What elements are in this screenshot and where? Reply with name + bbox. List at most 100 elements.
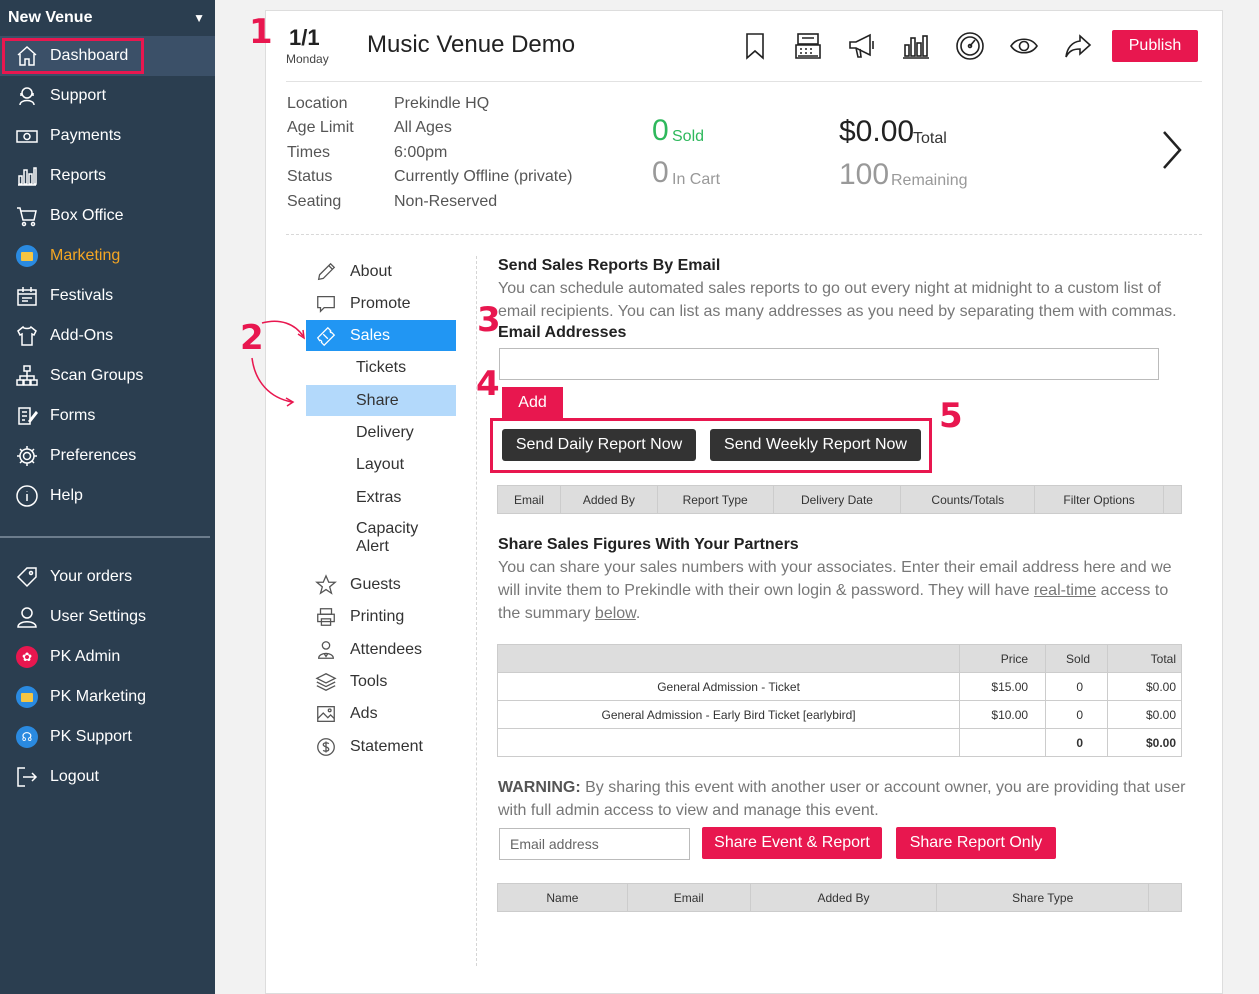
printer-icon — [314, 605, 338, 629]
publish-button[interactable]: Publish — [1112, 30, 1198, 62]
bookmark-icon[interactable] — [739, 30, 771, 62]
share-report-only-button[interactable]: Share Report Only — [896, 827, 1056, 859]
support-icon: ☊ — [14, 724, 40, 750]
bar-chart-icon[interactable] — [900, 30, 932, 62]
share-arrow-icon[interactable] — [1062, 30, 1094, 62]
info-value-age: All Ages — [394, 119, 452, 136]
subnav-tickets[interactable]: Tickets — [306, 352, 456, 383]
nav-label: PK Admin — [50, 648, 121, 665]
warning-label: WARNING: — [498, 779, 581, 796]
nav-reports[interactable]: Reports — [0, 156, 215, 196]
annotation-arrows — [251, 320, 305, 407]
subnav-promote[interactable]: Promote — [306, 288, 456, 319]
col-delivery-date: Delivery Date — [772, 485, 902, 514]
nav-label: Logout — [50, 768, 99, 785]
nav-label: User Settings — [50, 608, 147, 625]
nav-label: Payments — [50, 127, 122, 144]
subnav-ads[interactable]: Ads — [306, 698, 456, 729]
ticket-name: General Admission - Ticket — [496, 672, 961, 701]
share-email-input[interactable] — [499, 828, 690, 860]
cart-icon — [14, 203, 40, 229]
subnav-delivery[interactable]: Delivery — [306, 417, 456, 448]
layers-icon — [314, 670, 338, 694]
subnav-statement[interactable]: Statement — [306, 731, 456, 762]
nav-label: Scan Groups — [50, 367, 144, 384]
subnav-tools[interactable]: Tools — [306, 666, 456, 697]
nav-label: PK Marketing — [50, 688, 147, 705]
speedometer-icon[interactable] — [954, 30, 986, 62]
nav-forms[interactable]: Forms — [0, 396, 215, 436]
report-email-input[interactable] — [499, 348, 1159, 380]
subnav-label: Ads — [350, 704, 378, 722]
nav-pk-support[interactable]: ☊ PK Support — [0, 717, 215, 757]
nav-box-office[interactable]: Box Office — [0, 196, 215, 236]
totals-blank — [959, 728, 1047, 757]
subnav-about[interactable]: About — [306, 256, 456, 287]
nav-pk-marketing[interactable]: PK Marketing — [0, 677, 215, 717]
subnav-label: Attendees — [350, 640, 423, 658]
nav-preferences[interactable]: Preferences — [0, 436, 215, 476]
gear-icon — [14, 443, 40, 469]
nav-festivals[interactable]: Festivals — [0, 276, 215, 316]
subnav-share[interactable]: Share — [306, 385, 456, 416]
share-warning: WARNING: By sharing this event with anot… — [498, 776, 1188, 822]
share-heading: Share Sales Figures With Your Partners — [498, 536, 799, 553]
email-addresses-label: Email Addresses — [498, 324, 627, 341]
subnav-label: Promote — [350, 294, 411, 312]
col-share-type: Share Type — [936, 883, 1150, 912]
nav-logout[interactable]: Logout — [0, 757, 215, 797]
share-event-report-button[interactable]: Share Event & Report — [702, 827, 882, 859]
table-header-row: Email Added By Report Type Delivery Date… — [497, 485, 1183, 514]
nav-pk-admin[interactable]: ✿ PK Admin — [0, 637, 215, 677]
nav-help[interactable]: Help — [0, 476, 215, 516]
share-desc-line: You can share your sales numbers with yo… — [498, 559, 1172, 576]
subnav-printing[interactable]: Printing — [306, 601, 456, 632]
nav-user-settings[interactable]: User Settings — [0, 597, 215, 637]
total-label: Total — [913, 130, 947, 147]
col-added-by: Added By — [749, 883, 938, 912]
ticket-total: $0.00 — [1107, 700, 1182, 729]
col-email: Email — [497, 485, 561, 514]
subnav-label: Capacity — [356, 520, 419, 537]
below-link[interactable]: below — [595, 605, 636, 622]
box-office-register-icon[interactable] — [792, 30, 824, 62]
real-time-link[interactable]: real-time — [1034, 582, 1096, 599]
add-email-button[interactable]: Add — [502, 387, 563, 418]
header-divider — [286, 81, 1202, 82]
reports-desc-line: email recipients. You can list as many a… — [498, 303, 1177, 320]
subnav-extras[interactable]: Extras — [306, 482, 456, 513]
subnav-attendees[interactable]: Attendees — [306, 634, 456, 665]
dollar-circle-icon — [314, 735, 338, 759]
caret-down-icon: ▼ — [193, 11, 205, 25]
money-icon — [14, 123, 40, 149]
marketing-icon — [14, 243, 40, 269]
col-spacer — [1148, 883, 1182, 912]
totals-sold: 0 — [1045, 728, 1109, 757]
nav-scan-groups[interactable]: Scan Groups — [0, 356, 215, 396]
nav-payments[interactable]: Payments — [0, 116, 215, 156]
share-desc-text: access to — [1096, 582, 1169, 599]
subnav-capacity-alert[interactable]: Capacity Alert — [306, 514, 456, 562]
subnav-layout[interactable]: Layout — [306, 449, 456, 480]
reports-heading: Send Sales Reports By Email — [498, 257, 721, 274]
megaphone-icon[interactable] — [846, 30, 878, 62]
nav-your-orders[interactable]: Your orders — [0, 557, 215, 597]
nav-label: Reports — [50, 167, 107, 184]
speech-bubble-icon — [314, 292, 338, 316]
nav-add-ons[interactable]: Add-Ons — [0, 316, 215, 356]
chevron-right-icon[interactable] — [1156, 128, 1186, 172]
admin-gear-icon: ✿ — [14, 644, 40, 670]
eye-icon[interactable] — [1008, 30, 1040, 62]
venue-selector[interactable]: New Venue ▼ — [0, 0, 215, 36]
ticket-icon — [314, 324, 338, 348]
total-amount: $0.00 — [839, 115, 915, 148]
subnav-label: About — [350, 262, 392, 280]
nav-marketing[interactable]: Marketing — [0, 236, 215, 276]
subnav-guests[interactable]: Guests — [306, 569, 456, 600]
nav-support[interactable]: Support — [0, 76, 215, 116]
info-value-location: Prekindle HQ — [394, 95, 490, 112]
subnav-sales[interactable]: Sales — [306, 320, 456, 351]
send-weekly-report-button[interactable]: Send Weekly Report Now — [710, 429, 921, 461]
send-daily-report-button[interactable]: Send Daily Report Now — [502, 429, 696, 461]
subnav-label: Alert — [356, 538, 389, 555]
